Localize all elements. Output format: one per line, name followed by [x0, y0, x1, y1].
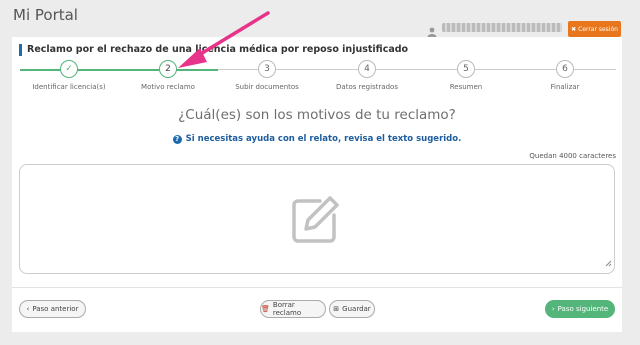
question-circle-icon: ?	[172, 134, 182, 144]
step-6: 6 Finalizar	[510, 60, 620, 91]
step-1-check-icon: ✓	[60, 60, 78, 78]
remaining-characters: Quedan 4000 caracteres	[529, 152, 616, 160]
step-3-label: Subir documentos	[235, 83, 299, 91]
next-step-label: Paso siguiente	[557, 305, 609, 313]
step-4-number: 4	[358, 60, 376, 78]
previous-step-button[interactable]: ‹ Paso anterior	[19, 300, 86, 318]
card-title: Reclamo por el rechazo de una licencia m…	[19, 44, 408, 56]
reason-textarea[interactable]	[19, 164, 615, 274]
logout-button[interactable]: ✖ Cerrar sesión	[568, 21, 621, 37]
question-heading: ¿Cuál(es) son los motivos de tu reclamo?	[178, 107, 456, 123]
step-3-number: 3	[258, 60, 276, 78]
delete-claim-button[interactable]: 🗑 Borrar reclamo	[260, 300, 326, 318]
help-link[interactable]: ? Si necesitas ayuda con el relato, revi…	[12, 134, 622, 144]
save-label: Guardar	[342, 305, 371, 313]
previous-step-label: Paso anterior	[32, 305, 79, 313]
step-5: 5 Resumen	[411, 60, 521, 91]
trash-icon: 🗑	[261, 305, 270, 313]
help-text: Si necesitas ayuda con el relato, revisa…	[185, 134, 462, 144]
step-5-number: 5	[457, 60, 475, 78]
step-1: ✓ Identificar licencia(s)	[14, 60, 124, 91]
delete-claim-label: Borrar reclamo	[272, 301, 302, 317]
resize-handle[interactable]	[605, 252, 612, 271]
step-4-label: Datos registrados	[336, 83, 398, 91]
step-3: 3 Subir documentos	[212, 60, 322, 91]
plus-square-icon: ⊞	[333, 305, 340, 313]
pencil-icon	[290, 193, 342, 249]
user-icon	[427, 22, 437, 37]
step-6-label: Finalizar	[550, 83, 580, 91]
divider	[12, 287, 622, 288]
user-info	[427, 22, 562, 37]
next-step-button[interactable]: › Paso siguiente	[545, 300, 615, 318]
claim-card: Reclamo por el rechazo de una licencia m…	[12, 37, 622, 332]
step-1-label: Identificar licencia(s)	[32, 83, 106, 91]
step-2-label: Motivo reclamo	[141, 83, 195, 91]
save-button[interactable]: ⊞ Guardar	[329, 300, 375, 318]
step-2-number: 2	[159, 60, 177, 78]
step-6-number: 6	[556, 60, 574, 78]
close-icon: ✖	[571, 25, 577, 33]
step-2: 2 Motivo reclamo	[113, 60, 223, 91]
step-5-label: Resumen	[449, 83, 483, 91]
portal-title: Mi Portal	[13, 6, 78, 24]
step-4: 4 Datos registrados	[312, 60, 422, 91]
chevron-right-icon: ›	[551, 305, 555, 313]
chevron-left-icon: ‹	[26, 305, 30, 313]
logout-label: Cerrar sesión	[578, 25, 618, 33]
user-name-redacted	[442, 22, 562, 32]
